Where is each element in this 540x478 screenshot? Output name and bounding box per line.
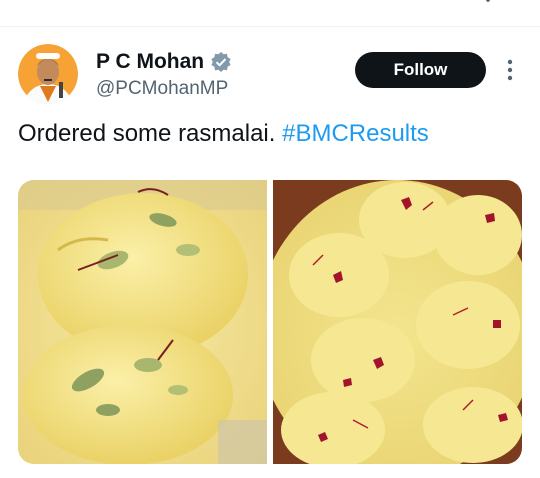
hashtag-link[interactable]: #BMCResults xyxy=(282,120,429,147)
rasmalai-photo-2[interactable] xyxy=(273,180,522,464)
top-divider xyxy=(0,26,540,27)
avatar[interactable] xyxy=(18,44,78,104)
more-options-icon[interactable] xyxy=(500,56,520,84)
chevron-down-icon[interactable] xyxy=(480,0,496,8)
media-grid xyxy=(18,180,522,464)
tweet-text: Ordered some rasmalai. #BMCResults xyxy=(18,120,429,148)
verified-badge-icon xyxy=(211,52,231,72)
tweet-body: Ordered some rasmalai. xyxy=(18,120,283,147)
author-name[interactable]: P C Mohan xyxy=(96,50,204,74)
avatar-image xyxy=(18,44,78,104)
author-name-row[interactable]: P C Mohan xyxy=(96,50,232,74)
rasmalai-photo-1[interactable] xyxy=(18,180,267,464)
author-handle[interactable]: @PCMohanMP xyxy=(96,78,228,100)
follow-button[interactable]: Follow xyxy=(355,52,486,88)
